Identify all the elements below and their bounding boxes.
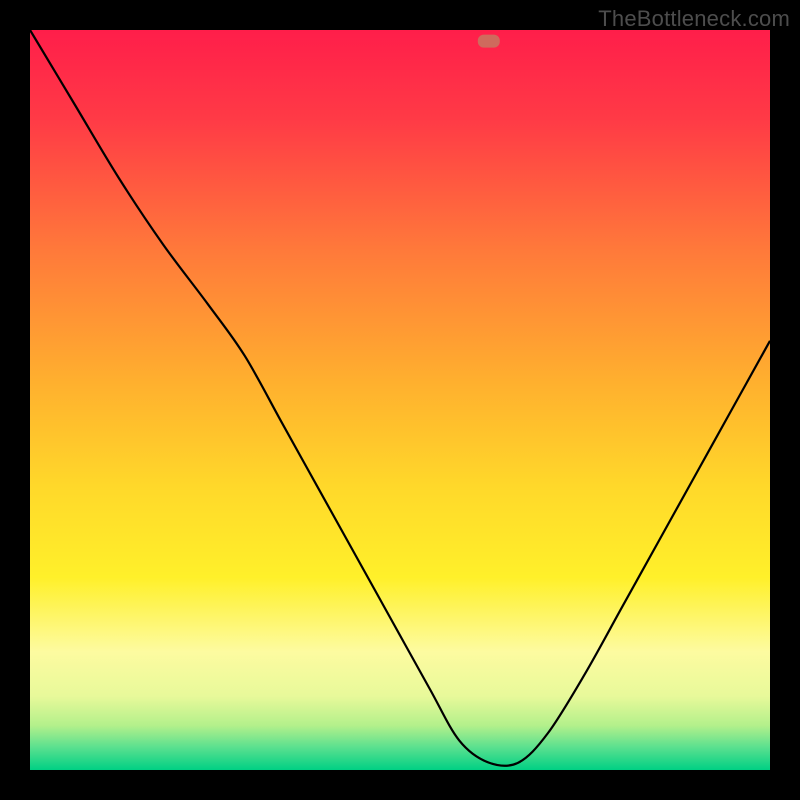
- watermark-text: TheBottleneck.com: [598, 6, 790, 32]
- optimal-point-marker: [478, 35, 500, 48]
- chart-frame: TheBottleneck.com: [0, 0, 800, 800]
- bottleneck-curve: [30, 30, 770, 770]
- curve-line: [30, 30, 770, 766]
- plot-area: [30, 30, 770, 770]
